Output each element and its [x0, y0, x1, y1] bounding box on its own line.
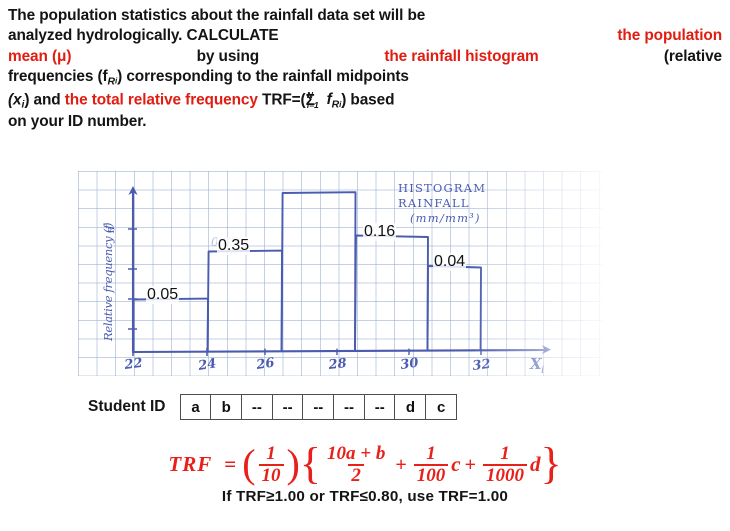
svg-text:): )	[101, 223, 115, 229]
student-id-cell-2[interactable]: b	[210, 394, 243, 420]
term2-numerator: 1	[426, 443, 436, 464]
student-id-boxes: a b -- -- -- -- -- d c	[179, 394, 458, 420]
statement-line-5-red: the total relative frequency	[64, 91, 258, 109]
statement-line-5-f-sub-r: R	[331, 99, 340, 111]
student-id-cell-9[interactable]: c	[425, 394, 458, 420]
student-id-cell-6[interactable]: --	[333, 394, 366, 420]
svg-text:R: R	[107, 227, 116, 234]
student-id-row: Student ID a b -- -- -- -- -- d c	[88, 392, 558, 422]
term3-fraction: 1 1000	[482, 443, 527, 486]
statement-line-4-black-a: frequencies (f	[8, 68, 108, 86]
statement-line-5-black-c: TRF=(	[262, 91, 306, 109]
histogram-bar-5	[426, 265, 482, 352]
plus-sign-2: +	[464, 453, 476, 476]
chart-title-line-1: HISTOGRAM	[398, 181, 486, 195]
statement-line-5-black-a: (x	[8, 91, 22, 109]
statement-line-5-black-e: ) based	[341, 91, 395, 109]
statement-line-5: (xi) and the total relative frequency TR…	[8, 90, 722, 113]
term2-fraction: 1 100	[413, 443, 449, 486]
x-tick-label-3: 28	[327, 356, 348, 373]
student-id-cell-4[interactable]: --	[271, 394, 304, 420]
student-id-cell-3[interactable]: --	[240, 394, 273, 420]
trf-symbol: TRF	[168, 452, 213, 477]
term2-variable: c	[451, 452, 461, 477]
x-tick-label-0: 22	[123, 356, 144, 373]
left-paren: (	[242, 440, 256, 486]
right-brace: }	[540, 439, 562, 489]
outer-fraction: 1 10	[258, 443, 284, 486]
problem-statement: The population statistics about the rain…	[8, 6, 722, 133]
statement-line-3-black-b: (relative	[663, 47, 722, 65]
student-id-label: Student ID	[88, 398, 166, 415]
statement-line-2-black: analyzed hydrologically. CALCULATE	[8, 27, 279, 45]
statement-line-3-red-b: the rainfall histogram	[384, 47, 539, 65]
outer-fraction-denominator: 10	[258, 463, 284, 486]
x-tick-labels: 22 24 26 28 30 32	[123, 356, 492, 375]
trf-formula-block: TRF = ( 1 10 ) { 10a + b 2 + 1 100 c + 1…	[0, 439, 730, 505]
statement-line-4-sub-r: R	[107, 76, 116, 88]
equals-sign: =	[224, 452, 237, 477]
term3-numerator: 1	[500, 443, 510, 464]
term3-denominator: 1000	[482, 463, 527, 486]
outer-fraction-numerator: 1	[266, 443, 276, 464]
statement-line-3-black-a: by using	[196, 47, 260, 65]
x-tick-label-4: 30	[399, 356, 419, 373]
left-brace: {	[299, 439, 321, 489]
statement-line-2-red: the population	[617, 27, 722, 45]
statement-line-4-black-b: ) corresponding to the rainfall midpoint…	[117, 68, 409, 86]
statement-line-1: The population statistics about the rain…	[8, 6, 722, 26]
term1-numerator: 10a + b	[327, 443, 386, 464]
student-id-cell-1[interactable]: a	[179, 394, 212, 420]
statement-line-2: analyzed hydrologically. CALCULATE the p…	[8, 26, 722, 46]
histogram-bar-1	[132, 297, 209, 353]
term1-fraction: 10a + b 2	[324, 444, 388, 486]
statement-line-4: frequencies (fRi) corresponding to the r…	[8, 67, 722, 89]
bar-value-label-1: 0.05	[146, 286, 180, 304]
statement-line-3-red-a: mean (μ)	[8, 47, 72, 65]
statement-line-5-black-b: ) and	[24, 91, 61, 109]
histogram-graph-paper: Relative frequency (f R ) X i HISTOGRAM …	[78, 171, 602, 376]
histogram-bar-4	[354, 234, 429, 352]
term2-denominator: 100	[413, 463, 449, 486]
sigma-lower-limit: i=1	[306, 99, 319, 110]
student-id-cell-5[interactable]: --	[302, 394, 335, 420]
statement-line-6-text: on your ID number.	[8, 113, 147, 131]
bar-value-label-4: 0.16	[363, 223, 397, 241]
term1-denominator: 2	[348, 463, 364, 486]
right-paren: )	[286, 440, 300, 486]
student-id-cell-8[interactable]: d	[394, 394, 427, 420]
chart-title-line-3: (mm/mm³)	[410, 211, 481, 225]
sigma-upper-limit: N	[306, 89, 313, 100]
statement-line-6: on your ID number.	[8, 112, 722, 132]
histogram-bar-3	[280, 191, 357, 353]
student-id-cell-7[interactable]: --	[363, 394, 396, 420]
bar-value-label-2: 0.35	[217, 237, 251, 255]
bar-value-label-5: 0.04	[433, 253, 467, 271]
histogram-drawing: Relative frequency (f R ) X i HISTOGRAM …	[101, 181, 551, 376]
x-tick-label-1: 24	[196, 356, 217, 374]
svg-text:i: i	[541, 365, 544, 376]
y-axis-label: Relative frequency (f R )	[101, 223, 116, 343]
statement-line-1-text: The population statistics about the rain…	[8, 7, 426, 24]
trf-condition-note: If TRF≥1.00 or TRF≤0.80, use TRF=1.00	[221, 487, 509, 505]
chart-title: HISTOGRAM RAINFALL (mm/mm³)	[398, 181, 486, 225]
x-axis	[131, 345, 551, 356]
x-axis-label: X i	[529, 355, 544, 376]
chart-title-line-2: RAINFALL	[398, 196, 470, 210]
statement-line-3: mean (μ) by using the rainfall histogram…	[8, 47, 722, 67]
plus-sign-1: +	[395, 453, 407, 476]
term3-variable: d	[529, 452, 541, 477]
x-tick-label-5: 32	[472, 357, 492, 374]
histogram-bar-2	[206, 249, 283, 353]
x-tick-label-2: 26	[254, 356, 275, 374]
trf-equation: TRF = ( 1 10 ) { 10a + b 2 + 1 100 c + 1…	[168, 439, 562, 489]
svg-text:Relative frequency (f: Relative frequency (f	[101, 223, 115, 342]
